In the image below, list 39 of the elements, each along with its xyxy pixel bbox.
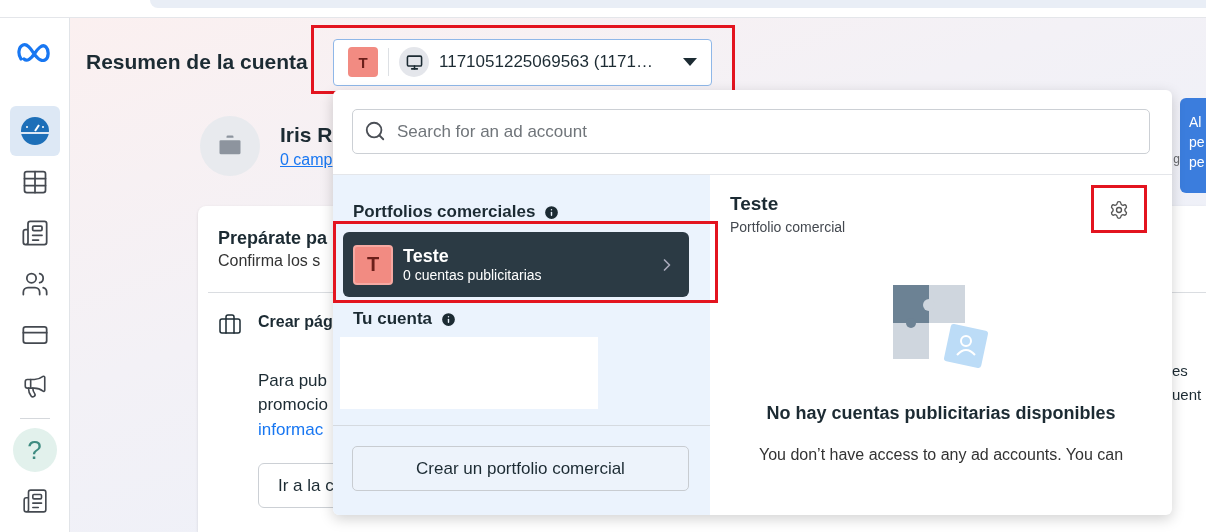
pages-icon (20, 219, 49, 247)
caret-icon (683, 58, 697, 66)
meta-logo[interactable] (16, 42, 53, 62)
section-heading: Tu cuenta (353, 309, 433, 329)
news-icon (21, 488, 48, 514)
task-text: Para pub (258, 370, 328, 392)
portfolio-item[interactable]: T Teste 0 cuentas publicitarias (343, 232, 689, 297)
task-title: Crear pág (258, 313, 334, 331)
empty-text: You don’t have access to any ad accounts. You can (758, 446, 1124, 464)
search-field[interactable]: Search for an ad account (352, 109, 1150, 154)
megaphone-icon (21, 373, 48, 399)
dashboard-icon (19, 116, 50, 146)
card-text: uent (1172, 385, 1202, 405)
ad-account-icon (399, 47, 429, 77)
search-icon (364, 120, 386, 142)
briefcase-icon (218, 313, 242, 337)
portfolio-subtitle: Portfolio comercial (730, 219, 846, 235)
account-name: Iris R (280, 123, 333, 147)
portfolio-count: 0 cuentas publicitarias (403, 267, 543, 283)
portfolio-avatar: T (348, 47, 378, 77)
card-text: es (1172, 361, 1188, 381)
campaigns-link[interactable]: 0 camp (280, 151, 333, 169)
card-subtitle: Confirma los s (218, 252, 321, 270)
card-title: Prepárate pa (218, 228, 328, 249)
side-text: g (1173, 152, 1180, 166)
create-portfolio-button[interactable]: Crear un portfolio comercial (352, 446, 689, 491)
page-title: Resumen de la cuenta (86, 50, 309, 74)
info-icon[interactable] (440, 310, 458, 328)
tooltip: Al pe pe (1180, 98, 1206, 193)
portfolio-avatar: T (353, 244, 393, 285)
section-heading: Portfolios comerciales (353, 202, 536, 222)
portfolio-name: Teste (403, 246, 450, 267)
info-icon[interactable] (543, 203, 561, 221)
task-text: promocio (258, 394, 329, 416)
people-icon (20, 270, 49, 298)
sidebar-item[interactable] (9, 106, 60, 156)
empty-title: No hay cuentas publicitarias disponibles (766, 403, 1116, 424)
portfolio-title: Teste (730, 193, 780, 215)
account-selector[interactable]: T 1171051225069563 (1171… (333, 38, 712, 86)
